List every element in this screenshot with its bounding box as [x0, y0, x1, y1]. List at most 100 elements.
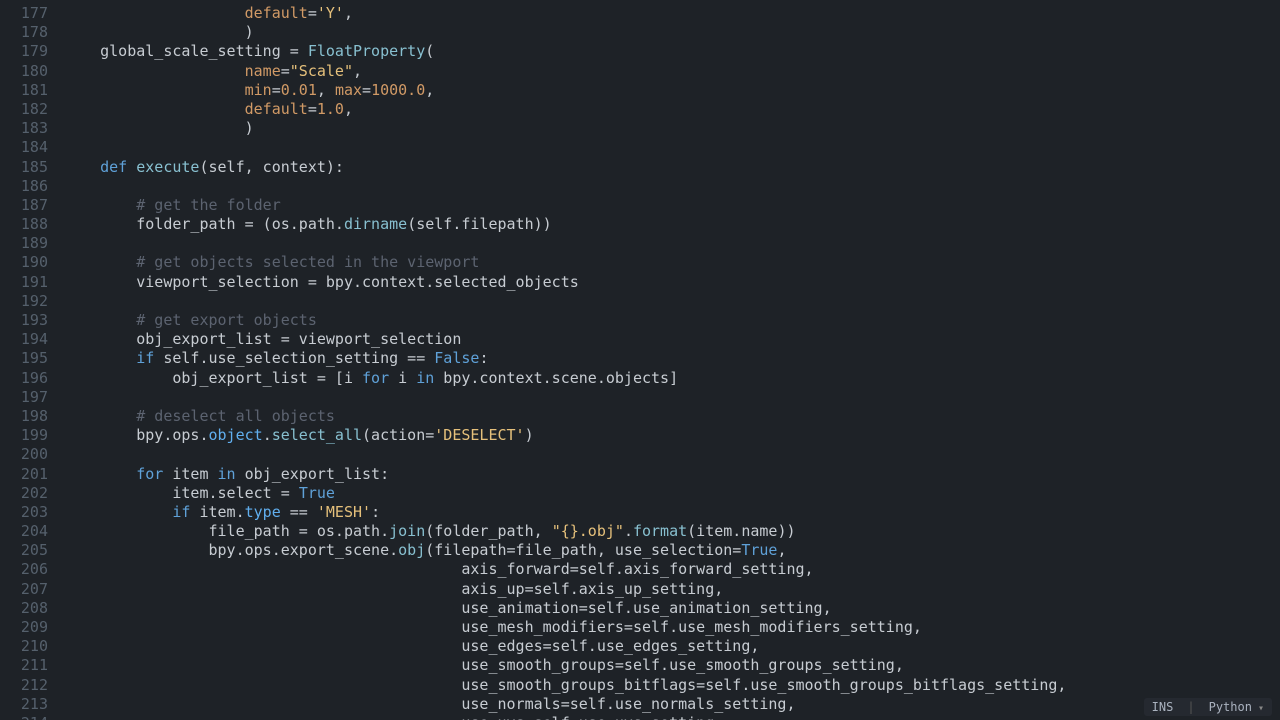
token-id: .	[263, 426, 272, 444]
code-editor[interactable]: 1771781791801811821831841851861871881891…	[0, 0, 1280, 720]
code-line[interactable]	[64, 388, 1280, 407]
token-id: bpy.context.scene.objects]	[434, 369, 678, 387]
token-id: .	[624, 522, 633, 540]
token-id: (filepath=file_path, use_selection=	[425, 541, 741, 559]
code-line[interactable]: def execute(self, context):	[64, 158, 1280, 177]
line-number: 190	[0, 253, 48, 272]
line-number: 198	[0, 407, 48, 426]
status-separator: |	[1187, 700, 1194, 714]
line-number: 211	[0, 656, 48, 675]
code-line[interactable]: obj_export_list = [i for i in bpy.contex…	[64, 369, 1280, 388]
code-line[interactable]: use_uvs=self.use_uvs_setting,	[64, 714, 1280, 720]
code-line[interactable]	[64, 445, 1280, 464]
code-line[interactable]: )	[64, 119, 1280, 138]
code-line[interactable]	[64, 138, 1280, 157]
code-line[interactable]: use_smooth_groups=self.use_smooth_groups…	[64, 656, 1280, 675]
token-id: =	[362, 81, 371, 99]
code-line[interactable]: if item.type == 'MESH':	[64, 503, 1280, 522]
code-line[interactable]: )	[64, 23, 1280, 42]
code-line[interactable]: viewport_selection = bpy.context.selecte…	[64, 273, 1280, 292]
code-line[interactable]: # deselect all objects	[64, 407, 1280, 426]
line-number: 194	[0, 330, 48, 349]
token-arg: min	[245, 81, 272, 99]
line-number: 209	[0, 618, 48, 637]
token-id: bpy.ops.	[136, 426, 208, 444]
token-id: (self, context):	[199, 158, 344, 176]
token-id: use_mesh_modifiers=self.use_mesh_modifie…	[461, 618, 922, 636]
token-str: "{}.obj"	[552, 522, 624, 540]
line-number: 199	[0, 426, 48, 445]
status-bar: INS | Python	[1144, 698, 1272, 716]
line-number: 197	[0, 388, 48, 407]
token-id: =	[281, 62, 290, 80]
line-number: 200	[0, 445, 48, 464]
token-id: (	[425, 42, 434, 60]
code-line[interactable]: global_scale_setting = FloatProperty(	[64, 42, 1280, 61]
token-fn: execute	[136, 158, 199, 176]
token-id: )	[245, 23, 254, 41]
token-prop: type	[245, 503, 281, 521]
token-bool: False	[434, 349, 479, 367]
code-line[interactable]: min=0.01, max=1000.0,	[64, 81, 1280, 100]
line-number: 181	[0, 81, 48, 100]
code-area[interactable]: default='Y', ) global_scale_setting = Fl…	[58, 0, 1280, 720]
token-id: obj_export_list = [i	[172, 369, 362, 387]
code-line[interactable]: axis_up=self.axis_up_setting,	[64, 580, 1280, 599]
token-id: file_path = os.path.	[209, 522, 390, 540]
code-line[interactable]: bpy.ops.export_scene.obj(filepath=file_p…	[64, 541, 1280, 560]
code-line[interactable]: # get the folder	[64, 196, 1280, 215]
code-line[interactable]: folder_path = (os.path.dirname(self.file…	[64, 215, 1280, 234]
language-mode[interactable]: Python	[1209, 700, 1264, 714]
token-fn: dirname	[344, 215, 407, 233]
token-str: 'DESELECT'	[434, 426, 524, 444]
code-line[interactable]	[64, 292, 1280, 311]
code-line[interactable]: use_smooth_groups_bitflags=self.use_smoo…	[64, 676, 1280, 695]
code-line[interactable]	[64, 234, 1280, 253]
token-id: item	[163, 465, 217, 483]
token-cmt: # deselect all objects	[136, 407, 335, 425]
token-id: ==	[281, 503, 317, 521]
code-line[interactable]: # get export objects	[64, 311, 1280, 330]
code-line[interactable]: name="Scale",	[64, 62, 1280, 81]
code-line[interactable]: use_animation=self.use_animation_setting…	[64, 599, 1280, 618]
token-kw: for	[362, 369, 389, 387]
code-line[interactable]: axis_forward=self.axis_forward_setting,	[64, 560, 1280, 579]
line-number: 185	[0, 158, 48, 177]
token-id: ,	[344, 100, 353, 118]
line-number: 192	[0, 292, 48, 311]
line-number: 212	[0, 676, 48, 695]
code-line[interactable]: default='Y',	[64, 4, 1280, 23]
line-number: 210	[0, 637, 48, 656]
code-line[interactable]: obj_export_list = viewport_selection	[64, 330, 1280, 349]
line-number: 188	[0, 215, 48, 234]
insert-mode-indicator: INS	[1152, 700, 1174, 714]
token-id: ,	[777, 541, 786, 559]
code-line[interactable]: default=1.0,	[64, 100, 1280, 119]
token-prop: object	[209, 426, 263, 444]
line-number: 195	[0, 349, 48, 368]
token-id: bpy.ops.export_scene.	[209, 541, 399, 559]
token-str: "Scale"	[290, 62, 353, 80]
line-number-gutter: 1771781791801811821831841851861871881891…	[0, 0, 58, 720]
token-kw: def	[100, 158, 127, 176]
code-line[interactable]: for item in obj_export_list:	[64, 465, 1280, 484]
line-number: 206	[0, 560, 48, 579]
code-line[interactable]	[64, 177, 1280, 196]
code-line[interactable]: use_edges=self.use_edges_setting,	[64, 637, 1280, 656]
token-id: ,	[425, 81, 434, 99]
line-number: 204	[0, 522, 48, 541]
code-line[interactable]: # get objects selected in the viewport	[64, 253, 1280, 272]
line-number: 187	[0, 196, 48, 215]
token-id: )	[525, 426, 534, 444]
code-line[interactable]: use_normals=self.use_normals_setting,	[64, 695, 1280, 714]
token-id: use_normals=self.use_normals_setting,	[461, 695, 795, 713]
code-line[interactable]: bpy.ops.object.select_all(action='DESELE…	[64, 426, 1280, 445]
code-line[interactable]: use_mesh_modifiers=self.use_mesh_modifie…	[64, 618, 1280, 637]
token-kw: if	[172, 503, 190, 521]
code-line[interactable]: if self.use_selection_setting == False:	[64, 349, 1280, 368]
line-number: 208	[0, 599, 48, 618]
token-num: 0.01	[281, 81, 317, 99]
code-line[interactable]: item.select = True	[64, 484, 1280, 503]
code-line[interactable]: file_path = os.path.join(folder_path, "{…	[64, 522, 1280, 541]
line-number: 201	[0, 465, 48, 484]
